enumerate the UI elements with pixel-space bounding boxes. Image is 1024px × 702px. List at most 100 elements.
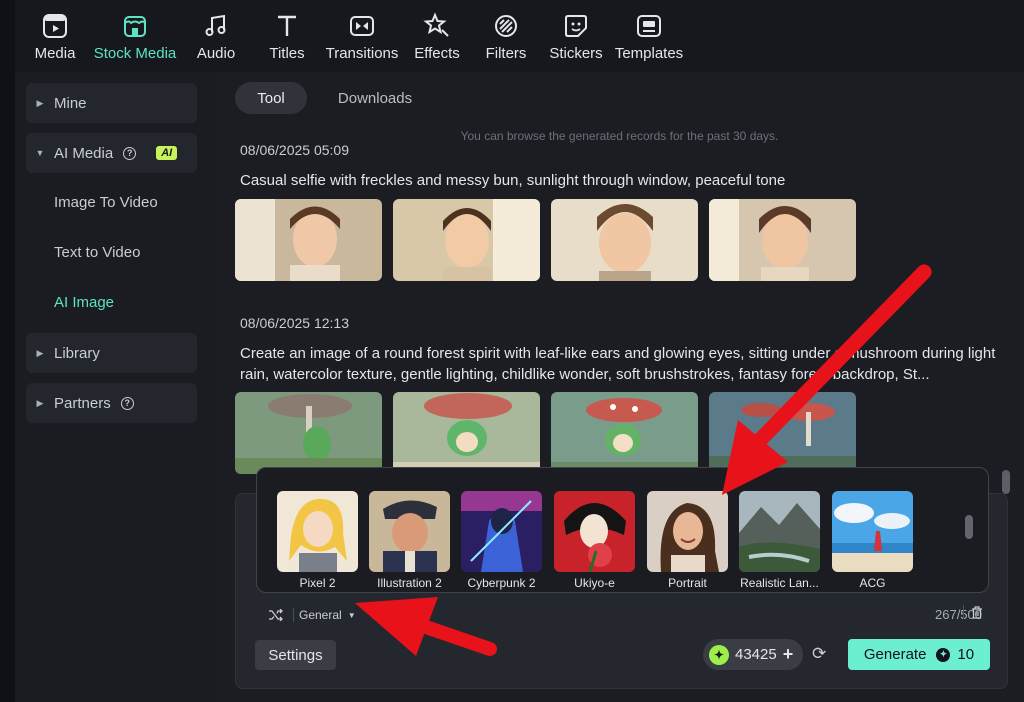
sidebar-item-partners[interactable]: ▶ Partners ? (26, 383, 197, 423)
filters-icon (495, 15, 517, 37)
style-thumbnail (277, 491, 358, 572)
top-toolbar: Media Stock Media Audio Titles Transitio… (15, 0, 1024, 72)
media-icon (43, 14, 67, 38)
tab-downloads[interactable]: Downloads (325, 82, 425, 114)
credits-balance[interactable]: ✦ 43425 + (703, 639, 803, 670)
sidebar: ▶ Mine ▼ AI Media ? AI Image To Video Te… (15, 72, 215, 702)
style-picker-popup: Pixel 2 Illustration 2 Cyberpunk 2 Ukiyo… (256, 467, 989, 593)
scrollbar-thumb[interactable] (965, 515, 973, 539)
style-card-acg[interactable]: ACG (832, 491, 913, 590)
effects-icon (423, 12, 449, 37)
style-thumbnail (461, 491, 542, 572)
toolbar-templates[interactable]: Templates (615, 0, 683, 72)
shuffle-icon[interactable] (269, 609, 283, 621)
music-note-icon (205, 14, 226, 36)
history-hint: You can browse the generated records for… (460, 129, 779, 143)
style-thumbnail (832, 491, 913, 572)
toolbar-transitions[interactable]: Transitions (325, 0, 399, 72)
style-card-cyberpunk-2[interactable]: Cyberpunk 2 (461, 491, 542, 590)
sidebar-item-ai-image[interactable]: AI Image (54, 294, 114, 311)
refresh-icon[interactable]: ⟳ (812, 644, 826, 664)
dropdown-arrow-icon[interactable]: ▼ (348, 611, 356, 620)
stickers-icon (565, 15, 587, 37)
transitions-icon (350, 16, 374, 36)
generate-button[interactable]: Generate ✦ 10 (848, 639, 990, 670)
style-thumbnail (369, 491, 450, 572)
style-card-realistic-landscape[interactable]: Realistic Lan... (739, 491, 820, 590)
style-name: Illustration 2 (377, 576, 442, 590)
record-prompt[interactable]: Casual selfie with freckles and messy bu… (240, 170, 1000, 191)
toolbar-titles[interactable]: Titles (267, 0, 307, 72)
style-card-ukiyo-e[interactable]: Ukiyo-e (554, 491, 635, 590)
sidebar-item-image-to-video[interactable]: Image To Video (54, 194, 158, 211)
sidebar-item-label: Library (54, 344, 100, 362)
style-card-portrait[interactable]: Portrait (647, 491, 728, 590)
caret-right-icon: ▶ (36, 347, 44, 358)
style-card-pixel-2[interactable]: Pixel 2 (277, 491, 358, 590)
toolbar-label: Transitions (325, 45, 399, 62)
record-prompt[interactable]: Create an image of a round forest spirit… (240, 343, 1000, 385)
style-name: Portrait (668, 576, 707, 590)
toolbar-label: Stock Media (93, 45, 177, 62)
generated-image[interactable] (393, 392, 540, 474)
generate-label: Generate (863, 646, 927, 663)
toolbar-label: Templates (614, 45, 684, 62)
ai-badge: AI (156, 146, 178, 160)
settings-button[interactable]: Settings (255, 640, 336, 670)
toolbar-filters[interactable]: Filters (484, 0, 528, 72)
sidebar-item-ai-media[interactable]: ▼ AI Media ? AI (26, 133, 197, 173)
toolbar-label: Effects (414, 45, 460, 62)
main-panel: Tool Downloads You can browse the genera… (215, 72, 1024, 702)
record-date: 08/06/2025 05:09 (240, 142, 349, 158)
credit-coin-icon: ✦ (936, 647, 951, 662)
generated-image[interactable] (235, 392, 382, 474)
toolbar-audio[interactable]: Audio (195, 0, 237, 72)
divider (963, 605, 964, 619)
help-icon[interactable]: ? (123, 146, 137, 160)
add-credits-icon[interactable]: + (783, 644, 794, 665)
divider (293, 608, 294, 622)
style-name: ACG (859, 576, 886, 590)
generated-image[interactable] (235, 199, 382, 281)
sidebar-item-library[interactable]: ▶ Library (26, 333, 197, 373)
generated-image[interactable] (551, 199, 698, 281)
tab-tool[interactable]: Tool (235, 82, 307, 114)
trash-icon[interactable] (971, 606, 983, 619)
scrollbar-thumb[interactable] (1002, 470, 1010, 494)
help-icon[interactable]: ? (120, 396, 134, 410)
style-name: Pixel 2 (299, 576, 336, 590)
record-thumbnails (235, 199, 856, 281)
generated-image[interactable] (393, 199, 540, 281)
caret-down-icon: ▼ (35, 148, 45, 158)
record-thumbnails (235, 392, 856, 474)
toolbar-label: Titles (269, 45, 305, 62)
stock-media-icon (124, 16, 146, 37)
toolbar-effects[interactable]: Effects (413, 0, 461, 72)
sidebar-item-label: Mine (54, 94, 87, 112)
generated-image[interactable] (551, 392, 698, 474)
toolbar-stickers[interactable]: Stickers (548, 0, 604, 72)
style-category-select[interactable]: General (299, 608, 342, 622)
style-name: Cyberpunk 2 (467, 576, 536, 590)
style-name: Realistic Lan... (740, 576, 819, 590)
toolbar-stock-media[interactable]: Stock Media (93, 0, 177, 72)
sidebar-item-label: Partners (54, 394, 111, 412)
toolbar-label: Stickers (549, 45, 603, 62)
toolbar-label: Filters (485, 45, 527, 62)
generated-image[interactable] (709, 199, 856, 281)
style-thumbnail (554, 491, 635, 572)
text-t-icon (278, 15, 296, 36)
generated-image[interactable] (709, 392, 856, 474)
toolbar-media[interactable]: Media (35, 0, 75, 72)
style-name: Ukiyo-e (574, 576, 615, 590)
sidebar-item-text-to-video[interactable]: Text to Video (54, 244, 140, 261)
credit-gem-icon: ✦ (709, 644, 729, 665)
templates-icon (637, 15, 661, 37)
toolbar-label: Audio (196, 45, 236, 62)
style-thumbnail (647, 491, 728, 572)
caret-right-icon: ▶ (36, 97, 44, 108)
style-card-illustration-2[interactable]: Illustration 2 (369, 491, 450, 590)
toolbar-label: Media (34, 45, 76, 62)
sidebar-item-mine[interactable]: ▶ Mine (26, 83, 197, 123)
caret-right-icon: ▶ (36, 397, 44, 408)
